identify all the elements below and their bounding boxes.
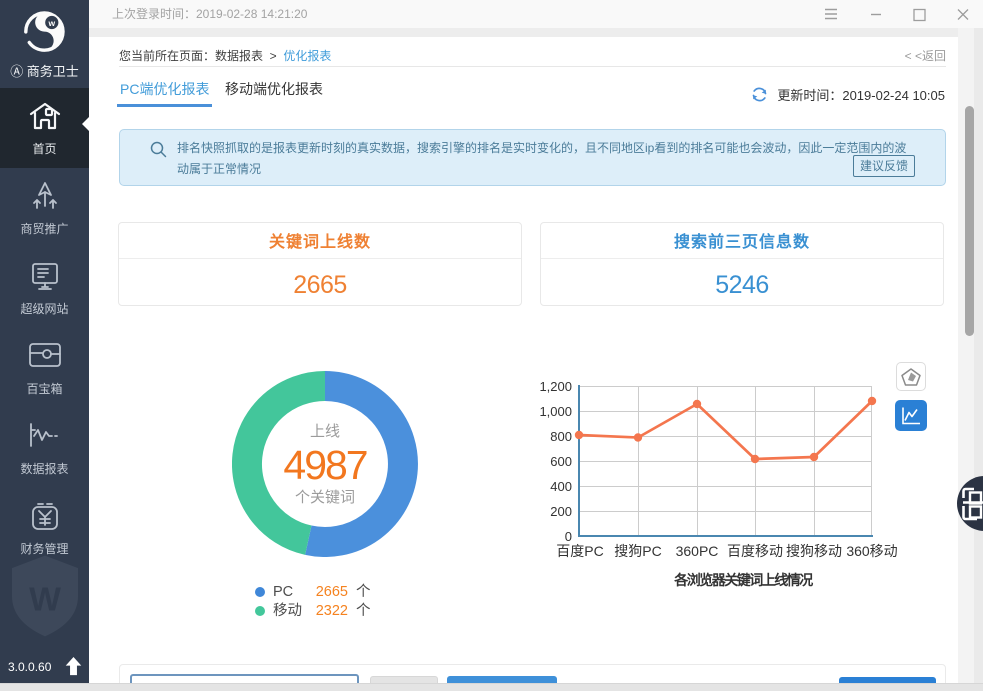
svg-text:1,000: 1,000: [539, 404, 572, 419]
svg-text:w: w: [47, 18, 55, 28]
svg-text:百度移动: 百度移动: [727, 543, 783, 559]
svg-text:800: 800: [550, 429, 572, 444]
svg-text:各浏览器关键词上线情况: 各浏览器关键词上线情况: [673, 572, 813, 588]
svg-text:600: 600: [550, 454, 572, 469]
svg-text:360移动: 360移动: [846, 543, 897, 559]
svg-text:搜狗移动: 搜狗移动: [786, 543, 842, 559]
svg-text:百度PC: 百度PC: [556, 543, 603, 559]
svg-text:0: 0: [565, 529, 572, 544]
svg-text:1,200: 1,200: [539, 379, 572, 394]
svg-text:360PC: 360PC: [676, 543, 719, 559]
svg-text:搜狗PC: 搜狗PC: [614, 543, 661, 559]
svg-text:200: 200: [550, 504, 572, 519]
svg-text:400: 400: [550, 479, 572, 494]
svg-text:4987: 4987: [283, 442, 366, 488]
svg-text:W: W: [29, 581, 61, 619]
svg-text:个关键词: 个关键词: [295, 489, 355, 506]
svg-text:上线: 上线: [310, 423, 340, 440]
